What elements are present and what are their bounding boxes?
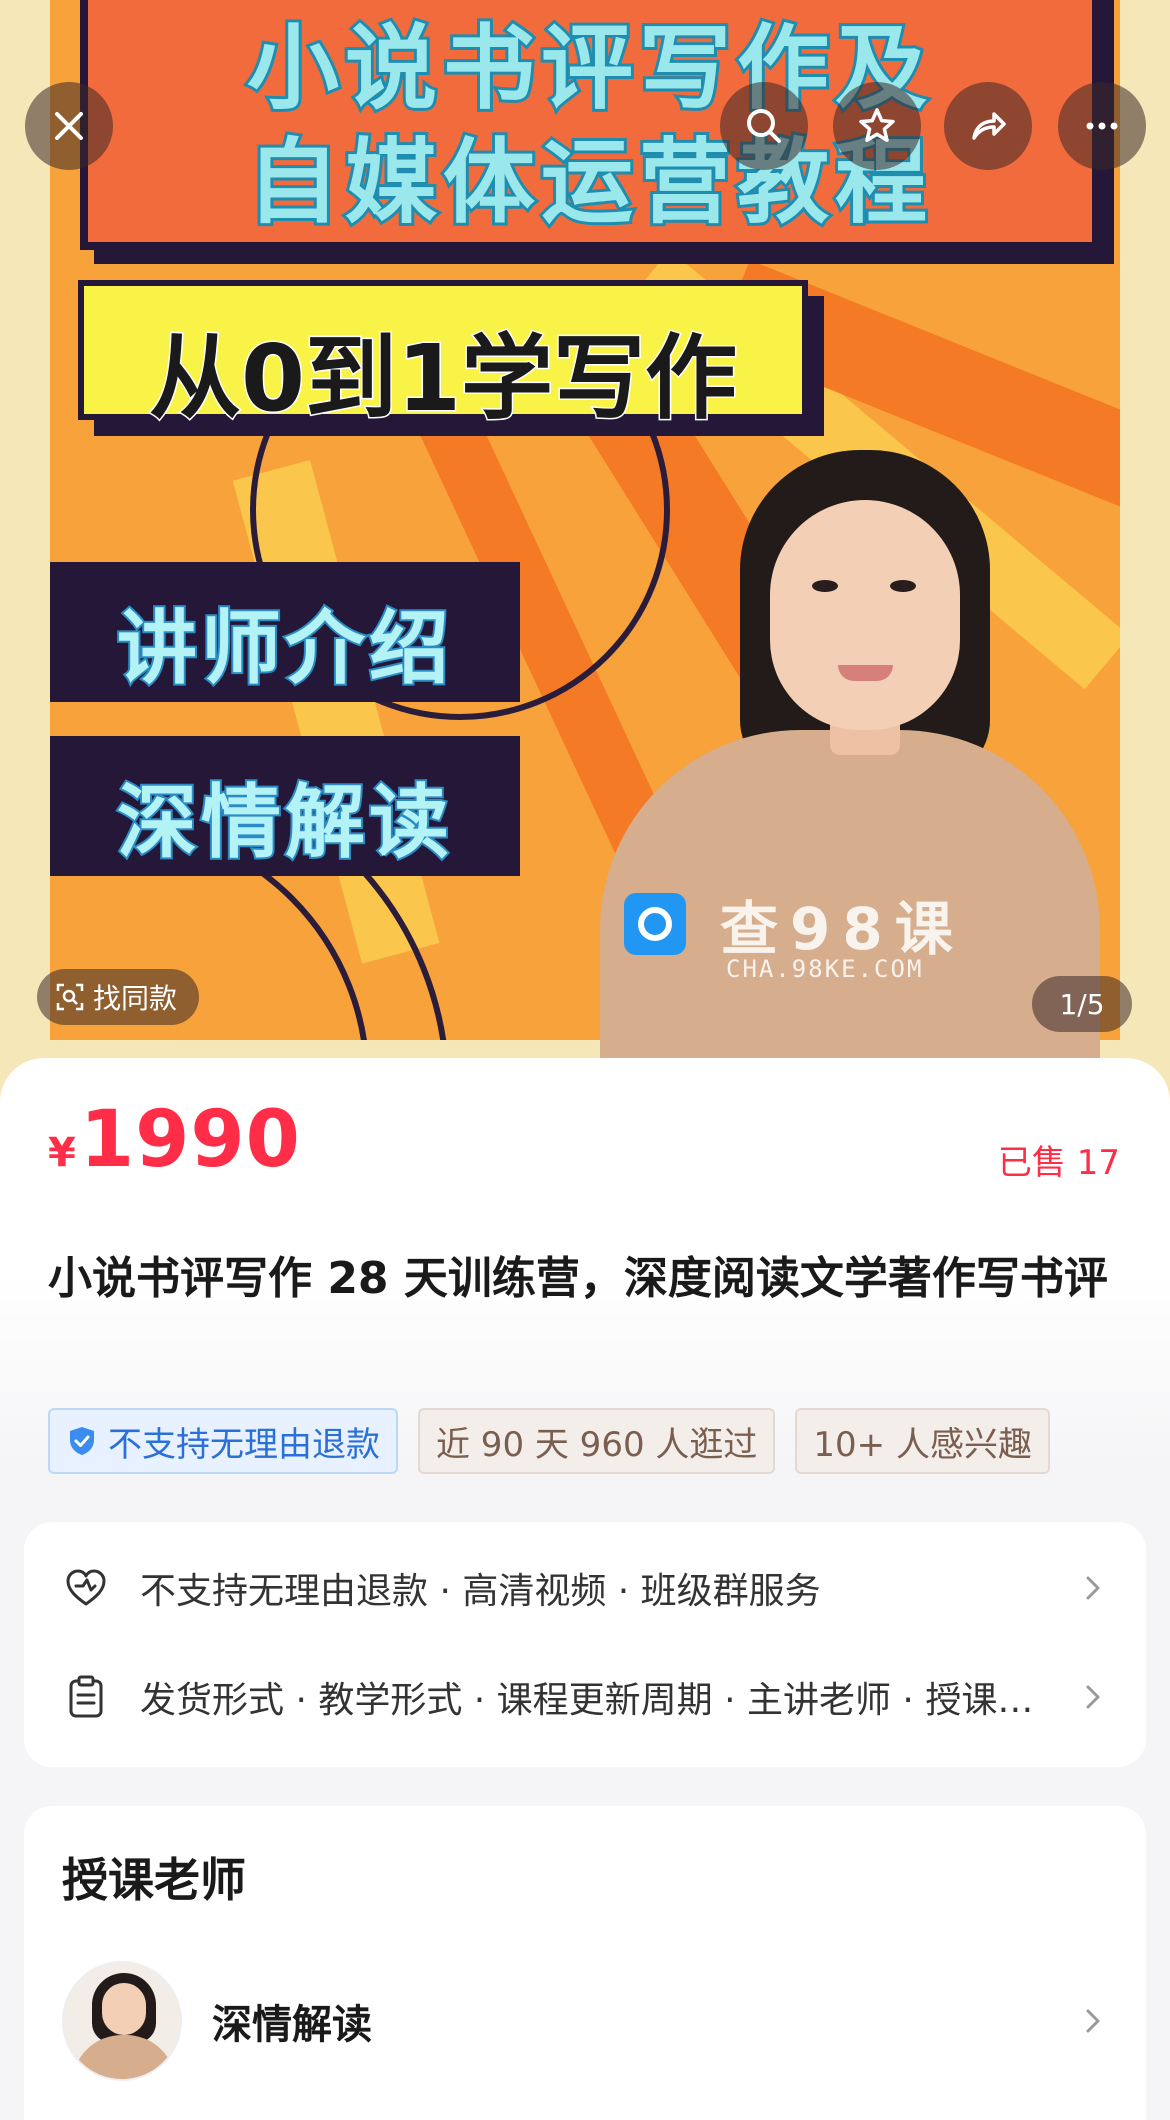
poster-label-box-2: 深情解读 [50,736,520,876]
tag-interest: 10+ 人感兴趣 [795,1408,1050,1474]
find-same-button[interactable]: 找同款 [37,969,200,1025]
chevron-right-icon [1086,2009,1100,2033]
avatar [62,1961,182,2081]
poster-label-box-1: 讲师介绍 [50,562,520,702]
share-icon [972,112,1006,140]
tag-label: 近 90 天 960 人逛过 [436,1424,758,1465]
tag-visits: 近 90 天 960 人逛过 [418,1408,776,1474]
poster-subtitle: 从0到1学写作 [147,324,738,434]
service-params-text: 发货形式 · 教学形式 · 课程更新周期 · 主讲老师 · 授课方式 [140,1680,1058,1721]
tag-label: 10+ 人感兴趣 [813,1424,1032,1465]
service-guarantee-text: 不支持无理由退款 · 高清视频 · 班级群服务 [140,1571,821,1612]
close-button[interactable] [25,82,113,170]
chevron-right-icon [1086,1685,1100,1709]
image-page-counter: 1/5 [1032,976,1132,1032]
close-icon [55,112,83,140]
service-guarantee-row[interactable]: 不支持无理由退款 · 高清视频 · 班级群服务 [62,1558,1108,1618]
price: ¥ 1990 [48,1095,301,1185]
teacher-section-title: 授课老师 [62,1853,246,1907]
teacher-row[interactable]: 深情解读 [62,1956,1108,2086]
tag-label: 不支持无理由退款 [108,1424,380,1465]
clipboard-icon [69,1675,103,1718]
teacher-name: 深情解读 [212,2002,372,2048]
service-params-row[interactable]: 发货形式 · 教学形式 · 课程更新周期 · 主讲老师 · 授课方式 [62,1667,1108,1727]
sold-count: 已售 17 [997,1143,1120,1183]
tag-refund-policy[interactable]: 不支持无理由退款 [48,1408,398,1474]
product-tags: 不支持无理由退款 近 90 天 960 人逛过 10+ 人感兴趣 [48,1408,1050,1474]
poster-label-1: 讲师介绍 [115,600,453,697]
poster-title-line2: 自媒体运营教程 [244,126,933,239]
teacher-card: 授课老师 深情解读 [24,1806,1146,2120]
search-icon [747,109,781,143]
star-icon [859,108,895,142]
search-button[interactable] [720,82,808,170]
poster-label-2: 深情解读 [115,774,453,871]
find-same-label: 找同款 [93,982,178,1015]
product-title: 小说书评写作 28 天训练营，深度阅读文学著作写书评 [48,1253,1108,1304]
watermark-url: CHA.98KE.COM [726,955,924,983]
heart-icon [66,1569,106,1606]
favorite-button[interactable] [833,82,921,170]
scan-icon [56,983,84,1011]
share-button[interactable] [944,82,1032,170]
price-currency: ¥ [48,1130,76,1176]
watermark-text: 查98课 [720,895,965,963]
chevron-right-icon [1086,1576,1100,1600]
more-button[interactable] [1058,82,1146,170]
poster-subtitle-box: 从0到1学写作 [78,280,808,434]
price-value: 1990 [79,1095,301,1185]
service-card: 不支持无理由退款 · 高清视频 · 班级群服务 发货形式 · 教学形式 · 课程… [24,1522,1146,1767]
shield-icon [70,1427,94,1455]
more-icon [1086,122,1118,130]
watermark-logo-icon [624,893,686,955]
